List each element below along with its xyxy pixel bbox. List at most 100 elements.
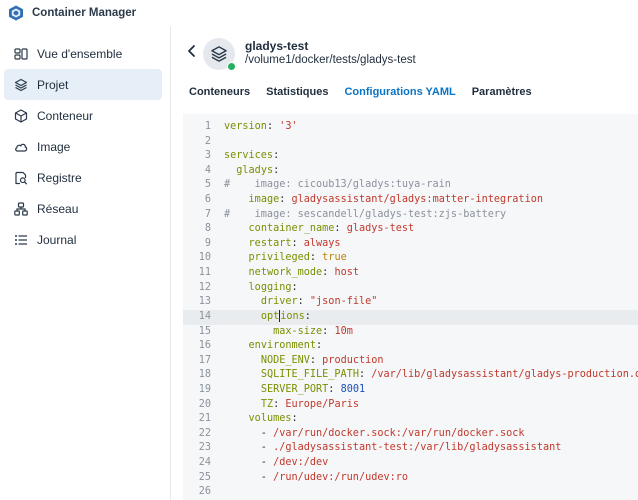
- code-line[interactable]: 7 # image: sescandell/gladys-test:zjs-bat…: [183, 208, 638, 223]
- sidebar-item-label: Conteneur: [37, 108, 94, 123]
- code-line[interactable]: 1 version: '3': [183, 120, 638, 135]
- code-token: :: [279, 194, 292, 206]
- code-line[interactable]: 12 logging:: [183, 281, 638, 296]
- code-line[interactable]: 6 image: gladysassistant/gladys:matter-i…: [183, 193, 638, 208]
- code-token: /var/lib/gladysassistant/gladys-producti…: [371, 369, 638, 381]
- overview-icon: [14, 47, 28, 61]
- code-token: logging: [248, 281, 292, 293]
- line-number: 13: [198, 296, 211, 308]
- code-token: always: [303, 237, 341, 249]
- app-title: Container Manager: [32, 7, 137, 19]
- tab-statistics[interactable]: Statistiques: [266, 86, 328, 106]
- code-line[interactable]: 25 - /run/udev:/run/udev:ro: [183, 471, 638, 486]
- tab-containers[interactable]: Conteneurs: [189, 86, 250, 106]
- code-line[interactable]: 4 gladys:: [183, 164, 638, 179]
- sidebar-item-log[interactable]: Journal: [4, 224, 162, 255]
- code-token: max-size: [273, 325, 323, 337]
- code-token: services: [224, 150, 274, 162]
- code-token: -: [224, 427, 274, 439]
- code-line[interactable]: 24 - /dev:/dev: [183, 456, 638, 471]
- code-line[interactable]: 15 max-size: 10m: [183, 325, 638, 340]
- code-token: opt: [260, 310, 280, 322]
- code-token: :: [297, 296, 310, 308]
- code-line[interactable]: 8 container_name: gladys-test: [183, 222, 638, 237]
- code-line[interactable]: 9 restart: always: [183, 237, 638, 252]
- code-text: environment:: [224, 339, 323, 354]
- tab-settings[interactable]: Paramètres: [472, 86, 532, 106]
- code-line[interactable]: 17 NODE_ENV: production: [183, 354, 638, 369]
- sidebar-item-registry[interactable]: Registre: [4, 162, 162, 193]
- code-line[interactable]: 26: [183, 485, 638, 500]
- code-text: SQLITE_FILE_PATH: /var/lib/gladysassista…: [224, 368, 638, 383]
- sidebar-item-label: Vue d'ensemble: [37, 46, 123, 61]
- line-number: 15: [198, 325, 211, 337]
- code-token: volumes: [248, 413, 292, 425]
- sidebar-item-label: Projet: [37, 77, 69, 92]
- yaml-editor[interactable]: 1 version: '3' 2 3 services: 4 gladys: 5 # imag…: [183, 114, 638, 500]
- code-token: :: [291, 281, 298, 293]
- code-token: :: [291, 413, 298, 425]
- code-token: :: [273, 164, 280, 176]
- code-text: logging:: [224, 281, 298, 296]
- code-token: :: [309, 354, 323, 366]
- code-line[interactable]: 3 services:: [183, 149, 638, 164]
- sidebar-item-image[interactable]: Image: [4, 131, 162, 162]
- line-number: 25: [198, 471, 211, 483]
- code-line[interactable]: 2: [183, 135, 638, 150]
- project-path: /volume1/docker/tests/gladys-test: [245, 54, 416, 66]
- code-line[interactable]: 20 TZ: Europe/Paris: [183, 398, 638, 413]
- sidebar-item-label: Registre: [37, 170, 82, 185]
- line-number: 14: [198, 310, 211, 322]
- code-token: privileged: [248, 252, 310, 264]
- line-number: 22: [198, 427, 211, 439]
- code-token: :: [316, 340, 323, 352]
- code-token: Europe/Paris: [285, 398, 359, 410]
- code-line[interactable]: 21 volumes:: [183, 412, 638, 427]
- code-line[interactable]: 14 options:: [183, 309, 638, 325]
- tab-yaml-configuration[interactable]: Configurations YAML: [344, 86, 455, 106]
- code-token: SQLITE_FILE_PATH: [260, 369, 359, 381]
- code-token: true: [322, 252, 347, 264]
- sidebar-item-project[interactable]: Projet: [4, 69, 162, 100]
- code-text: network_mode: host: [224, 266, 359, 281]
- code-text: SERVER_PORT: 8001: [224, 383, 365, 398]
- code-token: :: [328, 383, 341, 395]
- sidebar-item-label: Journal: [37, 232, 77, 247]
- code-line[interactable]: 19 SERVER_PORT: 8001: [183, 383, 638, 398]
- code-line[interactable]: 5 # image: cicoub13/gladys:tuya-rain: [183, 178, 638, 193]
- back-chevron-icon[interactable]: [185, 42, 199, 60]
- code-text: container_name: gladys-test: [224, 222, 415, 237]
- code-line[interactable]: 22 - /var/run/docker.sock:/var/run/docke…: [183, 427, 638, 442]
- code-line[interactable]: 16 environment:: [183, 339, 638, 354]
- line-number: 20: [198, 398, 211, 410]
- code-line[interactable]: 11 network_mode: host: [183, 266, 638, 281]
- code-token: '3': [279, 121, 298, 132]
- code-line[interactable]: 10 privileged: true: [183, 251, 638, 266]
- line-number: 4: [204, 164, 211, 176]
- sidebar-item-overview[interactable]: Vue d'ensemble: [4, 38, 162, 69]
- code-token: production: [322, 354, 384, 366]
- container-icon: [14, 108, 28, 123]
- code-token: SERVER_PORT: [260, 383, 329, 395]
- code-text: # image: sescandell/gladys-test:zjs-batt…: [224, 208, 506, 223]
- code-line[interactable]: 13 driver: "json-file": [183, 295, 638, 310]
- sidebar-item-network[interactable]: Réseau: [4, 193, 162, 224]
- code-text: NODE_ENV: production: [224, 354, 384, 369]
- line-number: 21: [198, 413, 211, 425]
- code-token: ./gladysassistant-test:/var/lib/gladysas…: [273, 442, 562, 454]
- code-line[interactable]: 23 - ./gladysassistant-test:/var/lib/gla…: [183, 441, 638, 456]
- code-token: 8001: [340, 383, 366, 395]
- sidebar-item-container[interactable]: Conteneur: [4, 100, 162, 131]
- line-number: 19: [198, 383, 211, 395]
- code-text: TZ: Europe/Paris: [224, 398, 359, 413]
- code-text: driver: "json-file": [224, 295, 378, 310]
- project-icon: [14, 78, 28, 92]
- code-line[interactable]: 18 SQLITE_FILE_PATH: /var/lib/gladysassi…: [183, 368, 638, 383]
- code-token: :: [273, 150, 280, 162]
